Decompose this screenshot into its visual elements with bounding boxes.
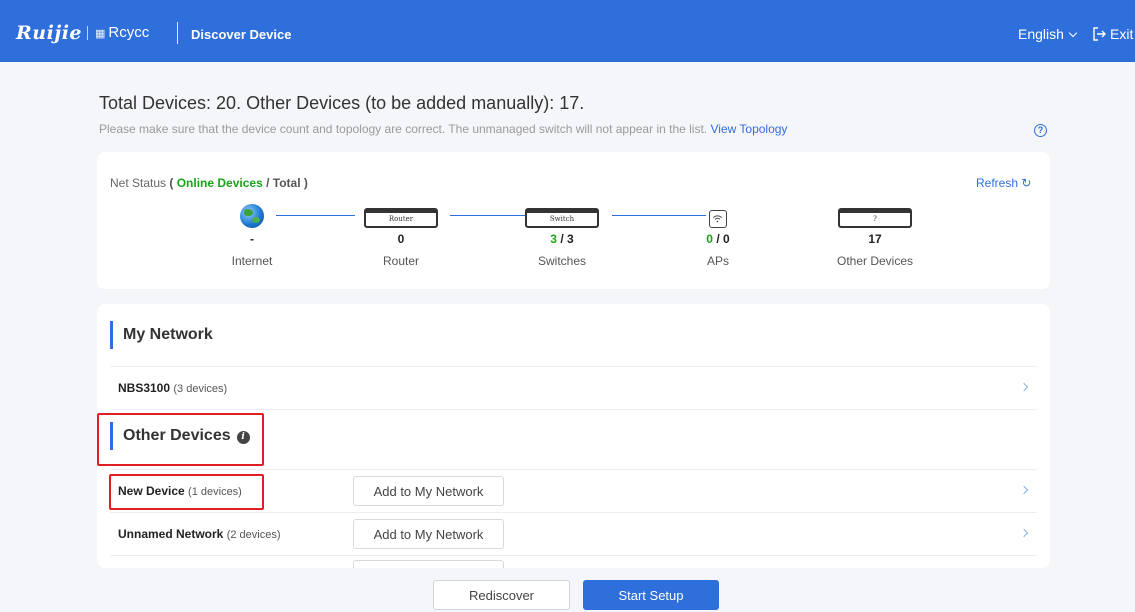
logout-icon bbox=[1093, 27, 1106, 41]
switches-total: 3 bbox=[567, 232, 574, 246]
chevron-right-icon[interactable] bbox=[1019, 485, 1029, 495]
exit-label: Exit bbox=[1110, 26, 1134, 42]
exit-button[interactable]: Exit bbox=[1092, 26, 1133, 42]
router-icon: Router bbox=[364, 208, 438, 228]
network-name: NBS3100 (3 devices) bbox=[118, 381, 227, 395]
network-row-nbs3100[interactable]: NBS3100 (3 devices) bbox=[110, 367, 1037, 409]
switches-value: 3 / 3 bbox=[517, 232, 607, 246]
aps-sep: / bbox=[712, 232, 723, 246]
add-to-my-network-button-partial[interactable] bbox=[353, 560, 504, 568]
divider bbox=[110, 555, 1037, 556]
network-name-text: NBS3100 bbox=[118, 381, 171, 395]
internet-node: - Internet bbox=[207, 200, 297, 268]
switches-sep: / bbox=[556, 232, 567, 246]
router-label: Router bbox=[382, 254, 420, 268]
network-name: Unnamed Network (2 devices) bbox=[118, 527, 281, 541]
device-count: (2 devices) bbox=[226, 529, 281, 541]
other-device-icon: ? bbox=[838, 208, 912, 228]
network-name-text: Unnamed Network bbox=[118, 527, 224, 541]
rcycc-mark-icon: ▦ bbox=[95, 28, 106, 40]
aps-value: 0 / 0 bbox=[673, 232, 763, 246]
switches-online: 3 bbox=[550, 232, 557, 246]
chevron-down-icon bbox=[1068, 28, 1078, 38]
wifi-icon bbox=[709, 210, 727, 228]
refresh-button[interactable]: Refresh ↻ bbox=[976, 176, 1031, 190]
language-selector[interactable]: English bbox=[1018, 26, 1078, 42]
switches-node[interactable]: Switch 3 / 3 Switches bbox=[517, 200, 607, 268]
switch-icon: Switch bbox=[525, 208, 599, 228]
internet-label: Internet bbox=[231, 254, 273, 268]
ruijie-logo: Ruijie bbox=[16, 22, 83, 44]
chevron-right-icon[interactable] bbox=[1019, 382, 1029, 392]
router-node[interactable]: Router 0 Router bbox=[356, 200, 446, 268]
add-to-my-network-button[interactable]: Add to My Network bbox=[353, 519, 504, 549]
device-count: (3 devices) bbox=[173, 383, 228, 395]
aps-online: 0 bbox=[706, 232, 713, 246]
start-setup-button[interactable]: Start Setup bbox=[583, 580, 719, 610]
my-network-header: My Network bbox=[110, 320, 213, 350]
section-accent bbox=[110, 321, 113, 349]
top-bar: Ruijie ▦ Rcycc Discover Device English Ex… bbox=[0, 0, 1135, 62]
help-icon[interactable]: ? bbox=[1034, 124, 1047, 137]
hint-body: Please make sure that the device count a… bbox=[99, 122, 708, 136]
net-status-label: Net Status ( Online Devices / Total ) bbox=[110, 176, 308, 190]
slash: / bbox=[262, 176, 273, 190]
title-divider bbox=[177, 22, 178, 44]
logo-divider bbox=[87, 26, 88, 40]
highlight-box bbox=[109, 474, 264, 510]
paren-open: ( bbox=[169, 176, 174, 190]
net-status-card: Net Status ( Online Devices / Total ) Re… bbox=[97, 152, 1050, 289]
highlight-box bbox=[97, 413, 264, 466]
internet-value: - bbox=[250, 232, 254, 246]
switches-label: Switches bbox=[537, 254, 587, 268]
other-devices-node[interactable]: ? 17 Other Devices bbox=[830, 200, 920, 268]
total-label: Total bbox=[272, 176, 301, 190]
rcycc-logo: ▦ Rcycc bbox=[95, 24, 149, 41]
net-status-title: Net Status bbox=[110, 176, 167, 190]
online-devices-label: Online Devices bbox=[176, 176, 263, 190]
my-network-title: My Network bbox=[123, 326, 213, 343]
divider bbox=[110, 409, 1037, 410]
aps-total: 0 bbox=[723, 232, 730, 246]
device-summary: Total Devices: 20. Other Devices (to be … bbox=[99, 93, 585, 113]
aps-node[interactable]: 0 / 0 APs bbox=[673, 200, 763, 268]
other-devices-value: 17 bbox=[868, 232, 882, 246]
chevron-right-icon[interactable] bbox=[1019, 528, 1029, 538]
other-devices-label: Other Devices bbox=[836, 254, 914, 268]
aps-label: APs bbox=[706, 254, 729, 268]
language-label: English bbox=[1018, 26, 1064, 42]
router-value: 0 bbox=[397, 232, 405, 246]
network-row-unnamed[interactable]: Unnamed Network (2 devices) Add to My Ne… bbox=[110, 513, 1037, 555]
hint-text: Please make sure that the device count a… bbox=[99, 122, 787, 136]
rediscover-button[interactable]: Rediscover bbox=[433, 580, 570, 610]
add-to-my-network-button[interactable]: Add to My Network bbox=[353, 476, 504, 506]
page-title: Discover Device bbox=[191, 27, 292, 42]
globe-icon bbox=[240, 204, 264, 228]
view-topology-link[interactable]: View Topology bbox=[710, 122, 787, 136]
rcycc-logo-text: Rcycc bbox=[108, 24, 150, 41]
paren-close: ) bbox=[303, 176, 308, 190]
